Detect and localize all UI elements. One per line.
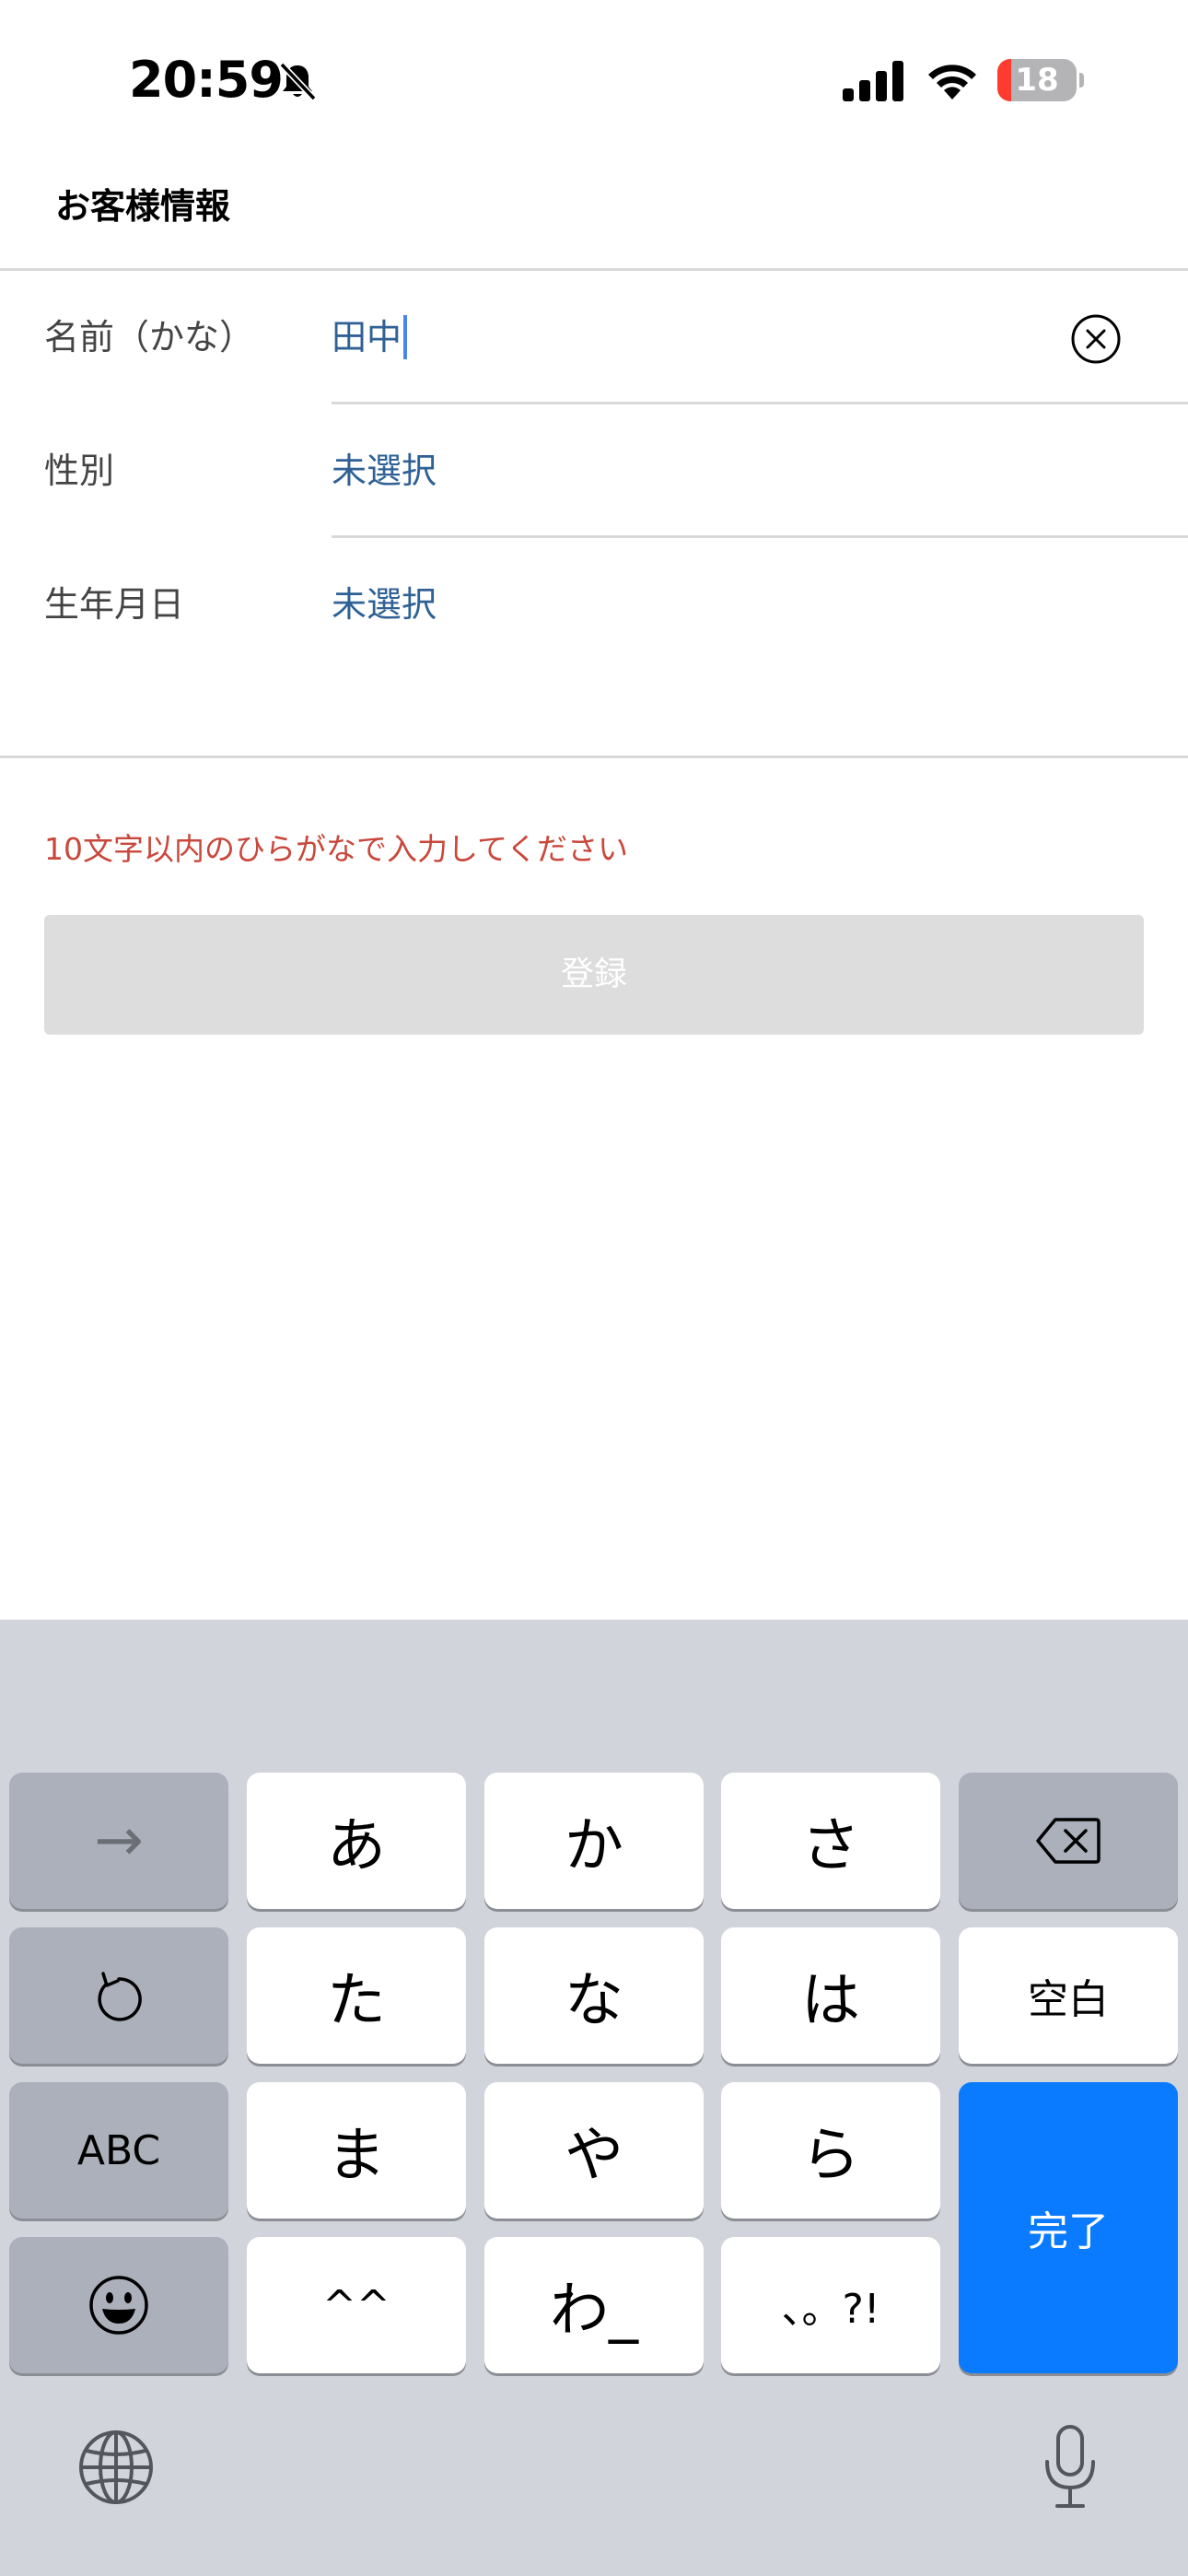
clear-input-icon[interactable]: [1070, 313, 1122, 365]
globe-icon[interactable]: [77, 2429, 155, 2506]
text-cursor: [403, 314, 408, 359]
microphone-icon[interactable]: [1041, 2423, 1100, 2512]
key-abc[interactable]: ABC: [9, 2082, 228, 2219]
bell-slash-icon: [279, 62, 317, 101]
register-button[interactable]: 登録: [44, 915, 1144, 1035]
key-done[interactable]: 完了: [959, 2082, 1178, 2373]
key-ta[interactable]: た: [247, 1927, 466, 2064]
key-wa[interactable]: わ_: [484, 2237, 704, 2373]
key-punctuation[interactable]: 、。?!: [721, 2237, 940, 2373]
cellular-signal-icon: [843, 61, 903, 101]
birthdate-label: 生年月日: [44, 584, 185, 625]
key-na[interactable]: な: [484, 1927, 704, 2064]
key-ha[interactable]: は: [721, 1927, 940, 2064]
key-space[interactable]: 空白: [959, 1927, 1178, 2064]
status-bar: 20:59 18: [0, 0, 1188, 138]
key-ka[interactable]: か: [484, 1773, 704, 1909]
delete-backward-icon: [1036, 1818, 1101, 1864]
name-kana-value: 田中: [332, 317, 402, 357]
form-row-gender[interactable]: 性別 未選択: [0, 404, 1188, 538]
battery-level: 18: [1015, 62, 1059, 99]
validation-error-message: 10文字以内のひらがなで入力してください: [44, 831, 629, 867]
nav-header: お客様情報: [0, 138, 1188, 271]
name-kana-label: 名前（かな）: [44, 317, 255, 357]
key-ma[interactable]: ま: [247, 2082, 466, 2219]
gender-label: 性別: [44, 451, 115, 491]
key-emoji[interactable]: [9, 2237, 228, 2373]
form-row-name-kana[interactable]: 名前（かな） 田中: [0, 271, 1188, 404]
japanese-kana-keyboard: → あ か さ た な は 空白 ABC ま や ら 完了 ^^ わ_ 、。?!: [0, 1620, 1188, 2576]
undo-icon: [98, 1972, 142, 2021]
key-undo[interactable]: [9, 1927, 228, 2064]
customer-info-form: 名前（かな） 田中 性別 未選択 生年月日 未選択: [0, 271, 1188, 759]
key-arrow-right[interactable]: →: [9, 1773, 228, 1909]
key-kaomoji[interactable]: ^^: [247, 2237, 466, 2373]
wifi-icon: [928, 64, 976, 100]
form-row-birthdate[interactable]: 生年月日 未選択: [0, 538, 1188, 672]
key-sa[interactable]: さ: [721, 1773, 940, 1909]
gender-select[interactable]: 未選択: [332, 404, 437, 538]
key-delete[interactable]: [959, 1773, 1178, 1909]
key-ya[interactable]: や: [484, 2082, 704, 2219]
page-title: お客様情報: [55, 186, 231, 227]
smiley-icon: [89, 2276, 148, 2335]
form-divider: [0, 755, 1188, 758]
birthdate-select[interactable]: 未選択: [332, 538, 437, 672]
battery-icon: 18: [997, 59, 1084, 101]
key-ra[interactable]: ら: [721, 2082, 940, 2219]
name-kana-input[interactable]: 田中: [332, 271, 408, 404]
status-time: 20:59: [129, 51, 284, 109]
key-a[interactable]: あ: [247, 1773, 466, 1909]
